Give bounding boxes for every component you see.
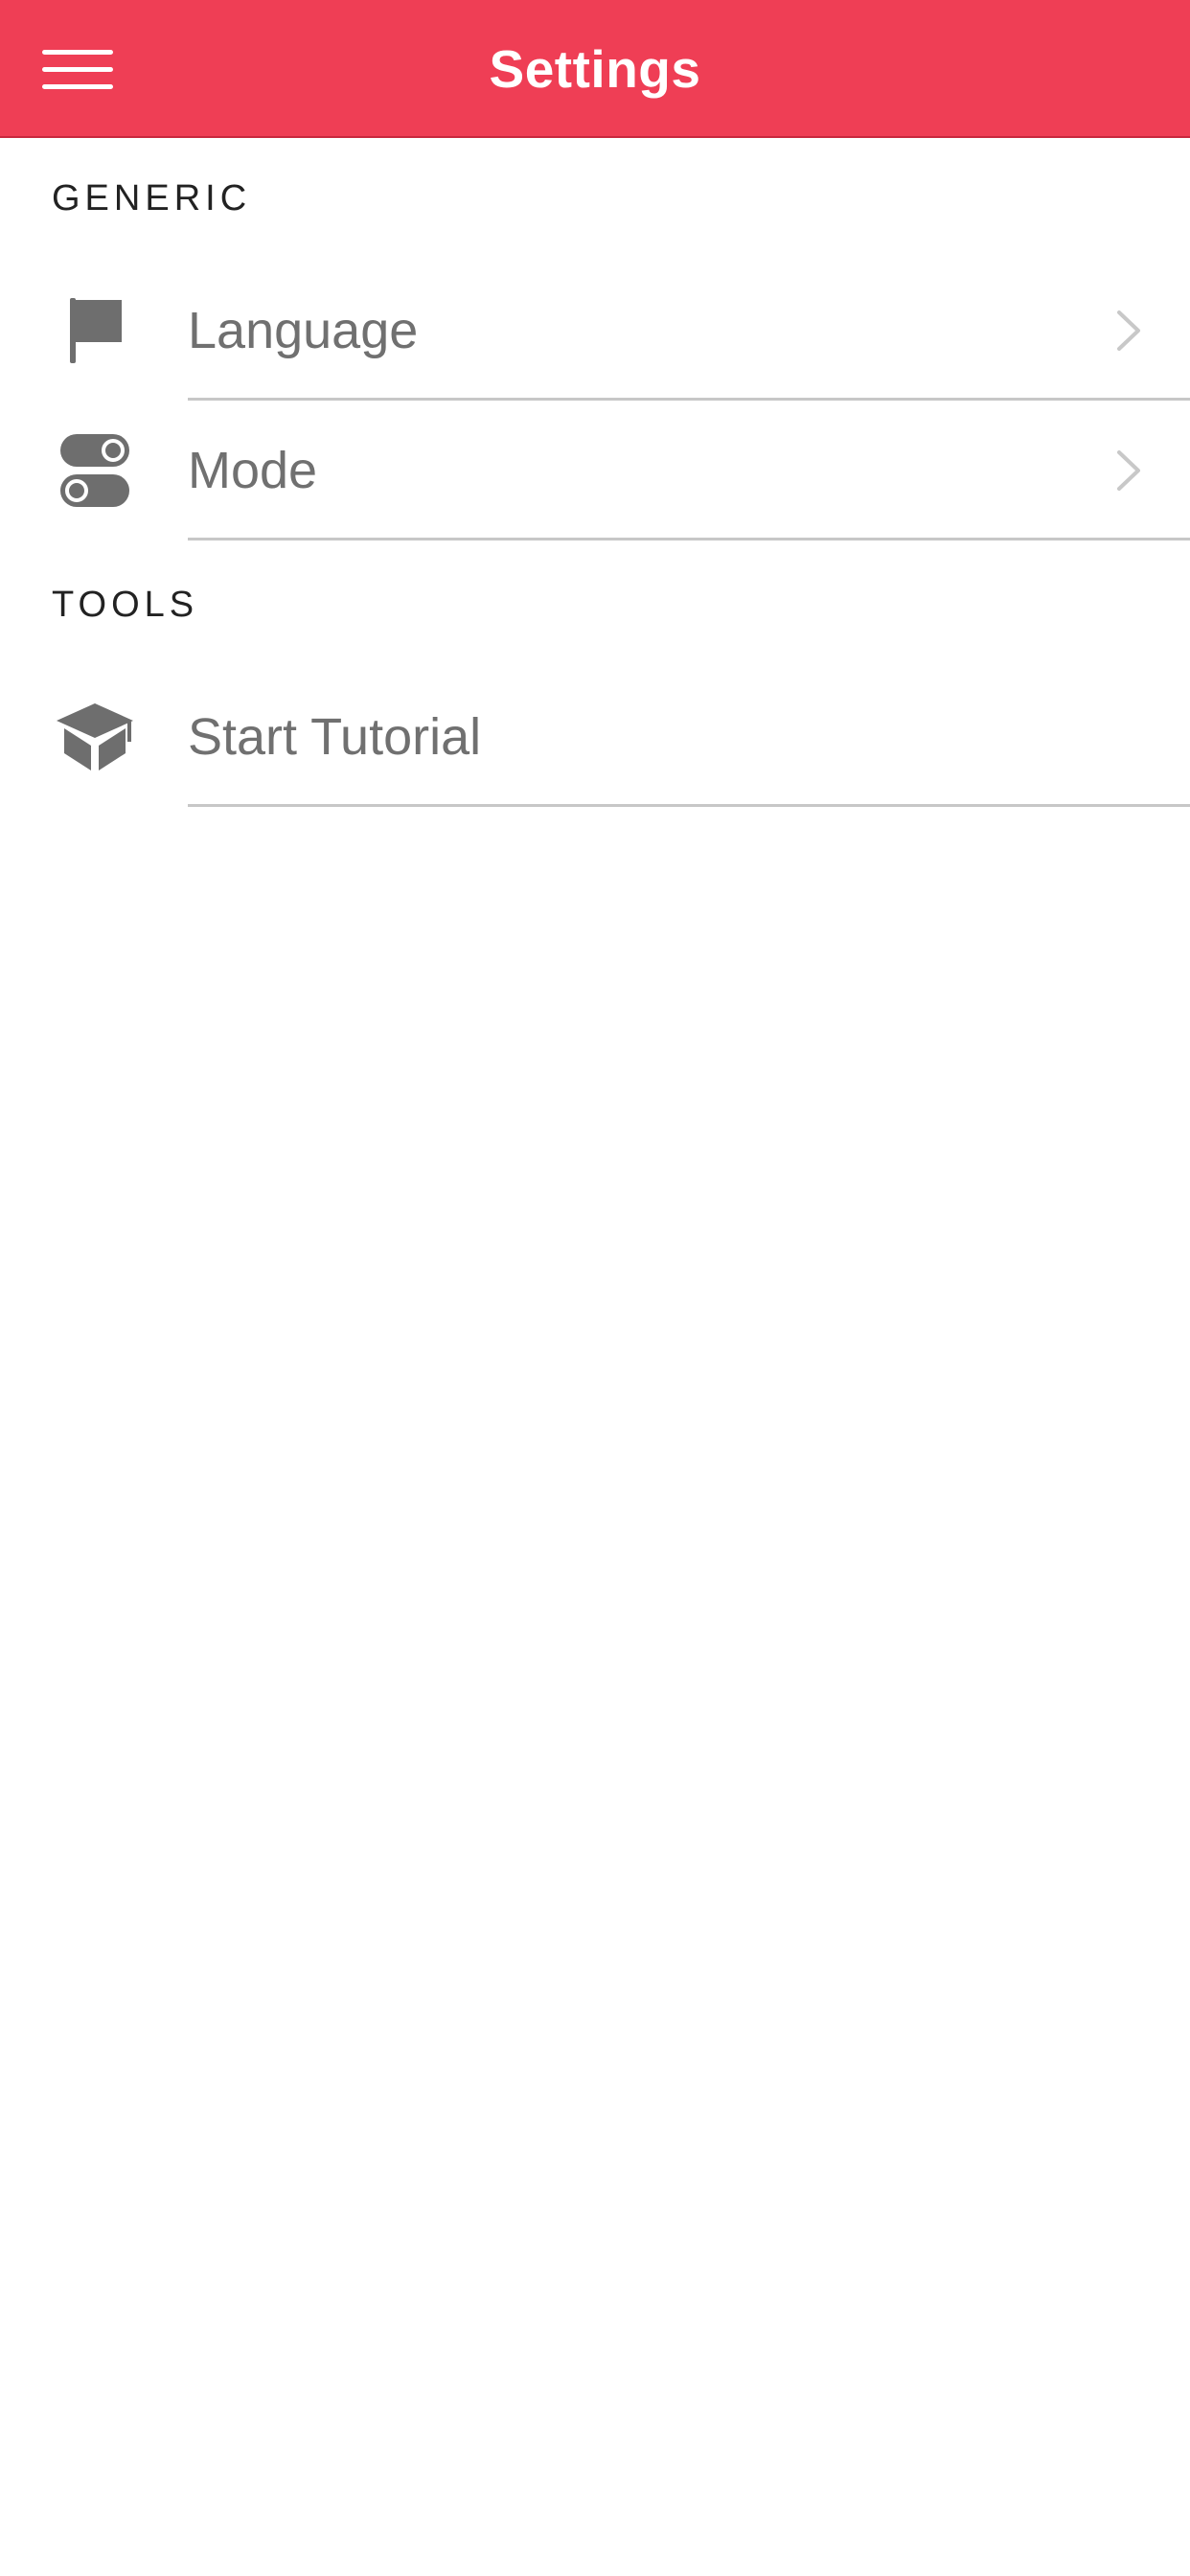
settings-row-label: Language	[188, 302, 419, 359]
flag-icon	[52, 261, 138, 401]
hamburger-menu-icon[interactable]	[34, 38, 121, 100]
chevron-right-icon	[1117, 450, 1140, 491]
app-header: Settings	[0, 0, 1190, 138]
row-divider	[188, 538, 1190, 540]
settings-row-label: Mode	[188, 442, 318, 499]
settings-row-label: Start Tutorial	[188, 708, 482, 766]
graduation-cap-icon	[52, 667, 138, 807]
section-header-tools: TOOLS	[52, 585, 199, 625]
settings-row-language[interactable]: Language	[0, 261, 1190, 401]
toggles-icon	[52, 401, 138, 540]
page-title: Settings	[489, 39, 701, 99]
section-header-generic: GENERIC	[52, 178, 252, 218]
row-divider	[188, 804, 1190, 807]
settings-screen: Settings GENERIC Language Mode TOOLS Sta…	[0, 0, 1190, 2576]
settings-row-start-tutorial[interactable]: Start Tutorial	[0, 667, 1190, 807]
chevron-right-icon	[1117, 310, 1140, 351]
settings-row-mode[interactable]: Mode	[0, 401, 1190, 540]
